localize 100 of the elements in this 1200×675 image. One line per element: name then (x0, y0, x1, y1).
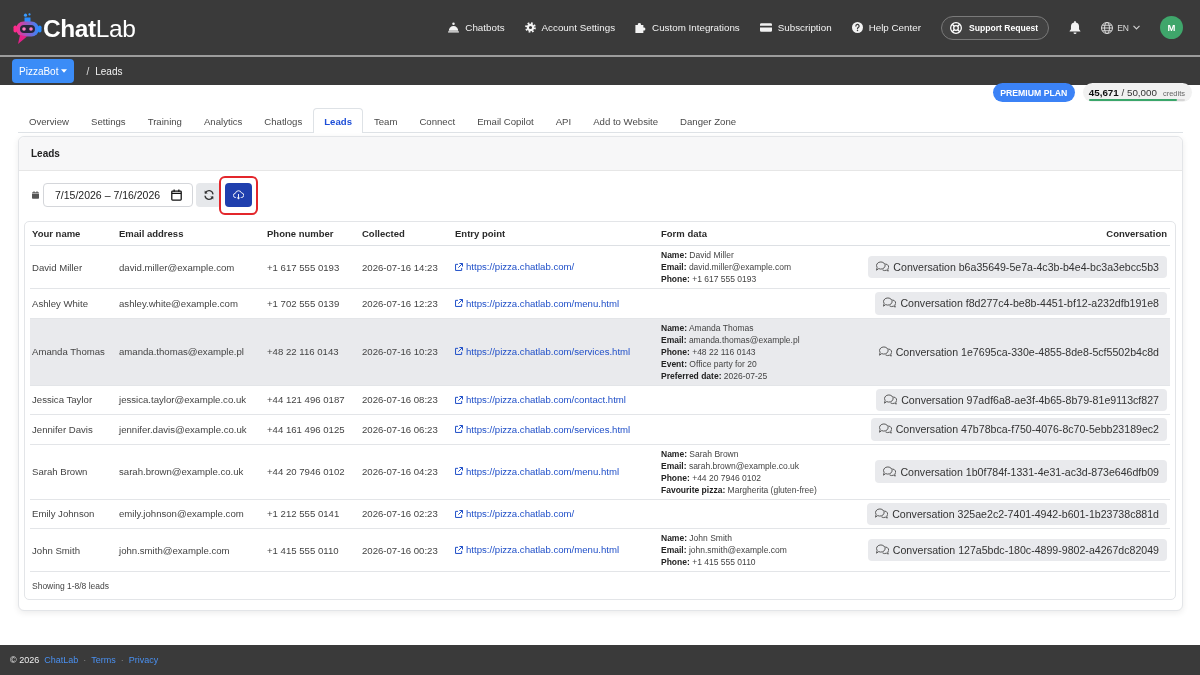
table-cell: amanda.thomas@example.pl (119, 346, 244, 357)
globe-icon (1101, 21, 1114, 34)
entry-link[interactable]: https://pizza.chatlab.com/services.html (455, 423, 631, 435)
credits-count: 45,671 / 50,000 (1088, 86, 1157, 98)
table-cell: emily.johnson@example.com (119, 508, 244, 520)
form-data-line: Email: sarah.brown@example.co.uk (661, 459, 800, 472)
nav-link[interactable]: Custom Integrations (635, 22, 740, 33)
table-cell: jennifer.davis@example.co.uk (119, 423, 247, 435)
column-header: Collected (362, 228, 405, 239)
gear-icon (524, 22, 536, 33)
footer-link[interactable]: Privacy (128, 655, 159, 665)
table-cell: +48 22 116 0143 (267, 346, 339, 357)
tab[interactable]: Analytics (192, 108, 254, 133)
table-cell: +44 161 496 0125 (267, 423, 345, 435)
logo-wordmark[interactable]: ChatLab (43, 16, 136, 42)
chat-bubbles-icon (883, 465, 897, 478)
footer-link[interactable]: Terms (91, 655, 116, 665)
form-data-line: Name: David Miller (661, 249, 734, 261)
entry-link[interactable]: https://pizza.chatlab.com/menu.html (455, 465, 620, 477)
conversation-button[interactable]: Conversation f8d277c4-be8b-4451-bf12-a232dfb191e8 (875, 292, 1167, 315)
entry-link[interactable]: https://pizza.chatlab.com/services.html (455, 345, 631, 357)
conversation-button[interactable]: Conversation b6a35649-5e7a-4c3b-b4e4-bc3a3ebcc5b3 (868, 255, 1167, 279)
download-button[interactable] (225, 183, 252, 207)
conversation-button[interactable]: Conversation 127a5bdc-180c-4899-9802-a4267dc82049 (867, 538, 1167, 562)
entry-link[interactable]: https://pizza.chatlab.com/menu.html (455, 297, 620, 309)
conversation-button[interactable]: Conversation 325ae2c2-7401-4942-b601-1b23738c881d (867, 502, 1167, 525)
table-row[interactable]: Ashley White ashley.white@example.com +1 702 555 0139 2026-07-16 12:23 https://pizza.chatlab.com/menu.html Conversation f8d277c4-be8b-4451-bf12-a232dfb191e8 (30, 288, 1170, 318)
table-cell: ashley.white@example.com (119, 297, 238, 309)
table-cell: +44 121 496 0187 (267, 394, 345, 406)
tab[interactable]: Add to Website (582, 108, 670, 133)
table-row[interactable] (30, 318, 1170, 385)
cloud-download-icon (233, 190, 244, 200)
chat-bubbles-icon (876, 261, 890, 273)
form-data-line: Email: john.smith@example.com (661, 544, 787, 556)
table-cell: 2026-07-16 06:23 (362, 423, 438, 435)
table-cell: +1 415 555 0110 (267, 544, 339, 556)
nav-link[interactable]: Account Settings (524, 22, 616, 33)
language-selector[interactable]: EN (1101, 21, 1140, 34)
summary-text: Showing 1-8/8 leads (32, 580, 110, 591)
form-data-line: Email: amanda.thomas@example.pl (661, 333, 800, 346)
tab[interactable]: Settings (80, 108, 137, 133)
table-cell: +44 20 7946 0102 (267, 466, 345, 477)
table-cell: John Smith (32, 544, 80, 556)
tab[interactable]: API (544, 108, 583, 133)
tab[interactable]: Team (362, 108, 409, 133)
external-link-icon (455, 545, 463, 554)
tab[interactable]: Danger Zone (669, 108, 748, 133)
footer-separator: · (120, 655, 124, 665)
table-cell: +1 617 555 0193 (267, 261, 340, 273)
external-link-icon (455, 425, 463, 433)
tab[interactable]: Chatlogs (253, 108, 314, 133)
form-data-line: Event: Office party for 20 (661, 357, 757, 370)
footer-link[interactable]: ChatLab (44, 655, 79, 665)
tab[interactable]: Leads (313, 108, 363, 133)
table-cell: sarah.brown@example.co.uk (119, 466, 244, 477)
refresh-button[interactable] (196, 183, 221, 207)
table-row[interactable]: Jennifer Davis jennifer.davis@example.co.uk +44 161 496 0125 2026-07-16 06:23 https://pizza.chatlab.com/services.html Conversation 47b78bca-f750-4076-8c70-5ebb23189ec2 (30, 414, 1170, 444)
tab[interactable]: Training (136, 108, 193, 133)
nav-link[interactable]: Chatbots (448, 22, 505, 33)
date-range-field[interactable]: 7/15/2026 – 7/16/2026 (43, 183, 193, 207)
calendar-icon[interactable] (171, 189, 182, 201)
table-cell: Sarah Brown (32, 466, 88, 477)
table-row[interactable]: Emily Johnson emily.johnson@example.com +1 212 555 0141 2026-07-16 02:23 https://pizza.chatlab.com/ Conversation 325ae2c2-7401-4942-b601-1b23738c881d (30, 499, 1170, 529)
entry-link[interactable]: https://pizza.chatlab.com/contact.html (455, 394, 626, 405)
table-row[interactable]: Jessica Taylor jessica.taylor@example.co.uk +44 121 496 0187 2026-07-16 08:23 https://pizza.chatlab.com/contact.html Conversation 97adf6a8-ae3f-4b65-8b79-81e9113cf827 (30, 385, 1170, 415)
table-cell: Ashley White (32, 297, 88, 309)
form-data-line: Email: david.miller@example.com (661, 261, 792, 273)
conversation-button[interactable]: Conversation 1e7695ca-330e-4855-8de8-5cf5502b4c8d (870, 340, 1167, 363)
robot-logo-icon[interactable] (13, 13, 42, 45)
conversation-button[interactable]: Conversation 97adf6a8-ae3f-4b65-8b79-81e9113cf827 (876, 388, 1167, 411)
external-link-icon (455, 262, 463, 271)
bell-icon[interactable] (1069, 21, 1082, 34)
conversation-button[interactable]: Conversation 47b78bca-f750-4076-8c70-5ebb23189ec2 (870, 418, 1167, 441)
table-cell: +1 702 555 0139 (267, 297, 340, 309)
table-cell: 2026-07-16 04:23 (362, 466, 438, 477)
table-cell: john.smith@example.com (119, 544, 230, 556)
form-data-line: Name: Sarah Brown (661, 447, 739, 460)
nav-link[interactable]: Subscription (759, 22, 832, 33)
tab[interactable]: Connect (408, 108, 467, 133)
column-header: Email address (119, 228, 184, 239)
entry-link[interactable]: https://pizza.chatlab.com/menu.html (455, 544, 620, 556)
tab[interactable]: Email Copilot (466, 108, 545, 133)
tab[interactable]: Overview (18, 108, 80, 133)
conversation-button[interactable]: Conversation 1b0f784f-1331-4e31-ac3d-873e646dfb09 (875, 460, 1167, 483)
support-request-button[interactable]: Support Request (940, 15, 1050, 40)
form-data-line: Name: John Smith (661, 532, 732, 544)
entry-link[interactable]: https://pizza.chatlab.com/ (455, 508, 575, 519)
chat-bubbles-icon (883, 297, 897, 310)
form-data-line: Phone: +44 20 7946 0102 (661, 471, 761, 484)
form-data-line: Phone: +48 22 116 0143 (661, 345, 756, 358)
entry-link[interactable]: https://pizza.chatlab.com/ (455, 261, 575, 273)
external-link-icon (455, 509, 463, 518)
breadcrumb-separator: / (86, 65, 90, 77)
table-cell: +1 212 555 0141 (267, 508, 340, 520)
service-bell-icon (448, 22, 460, 33)
panel-title: Leads (31, 148, 60, 159)
puzzle-piece-icon (635, 22, 647, 33)
external-link-icon (455, 467, 463, 476)
column-header: Your name (32, 228, 81, 239)
nav-link[interactable]: Help Center (851, 22, 921, 33)
